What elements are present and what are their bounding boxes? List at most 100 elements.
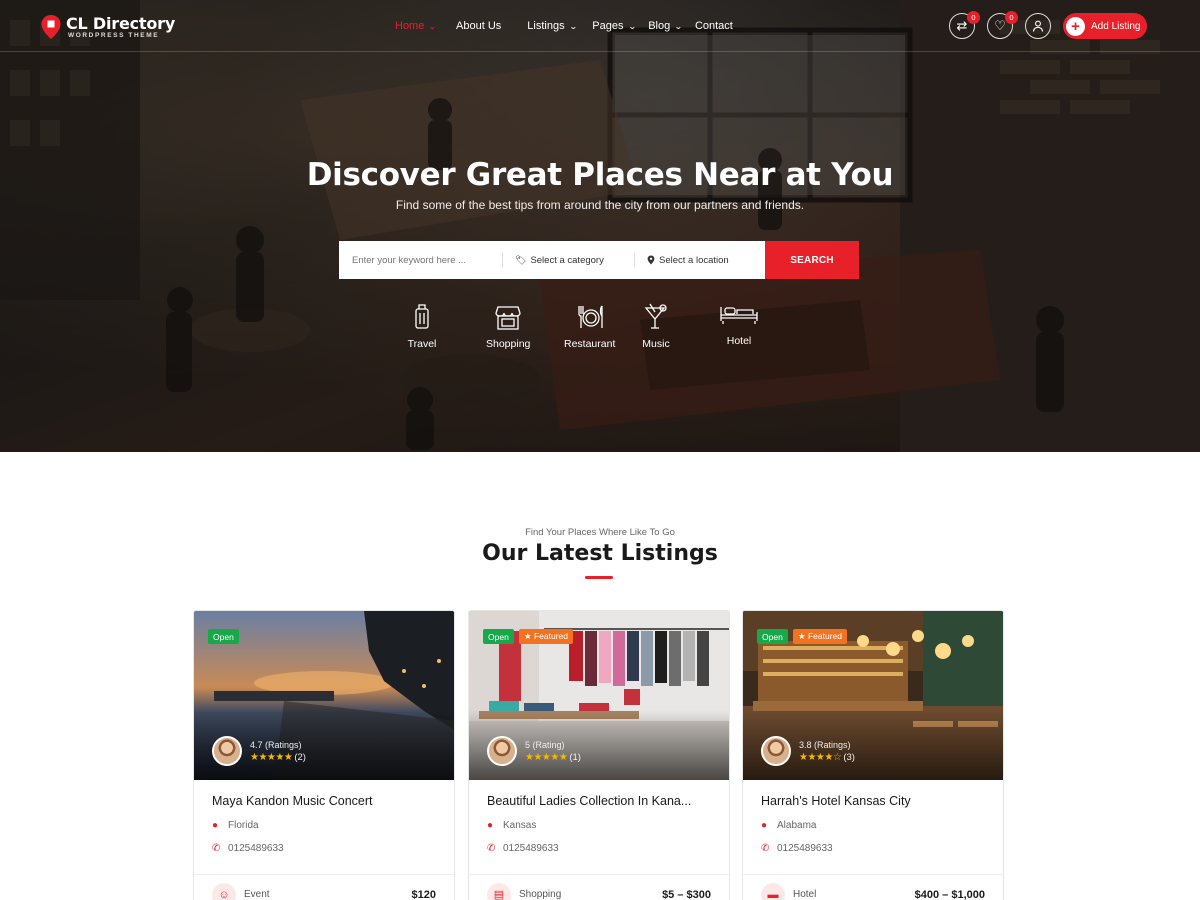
rating-count: (2) bbox=[294, 751, 306, 763]
stars: ★★★★★ bbox=[525, 751, 568, 763]
rating-count: (3) bbox=[843, 751, 855, 763]
add-listing-label: Add Listing bbox=[1091, 20, 1141, 32]
search-button[interactable]: SEARCH bbox=[765, 241, 859, 279]
listing-price: $400 – $1,000 bbox=[914, 888, 985, 900]
logo-subtitle: WORDPRESS THEME bbox=[68, 32, 160, 39]
phone-text[interactable]: 0125489633 bbox=[777, 843, 833, 854]
listing-location: ● Florida bbox=[212, 820, 436, 831]
menu-item-contact[interactable]: Contact bbox=[695, 20, 733, 32]
category-select-value: Select a category bbox=[530, 254, 604, 266]
author-avatar[interactable] bbox=[212, 736, 242, 766]
menu-label: Contact bbox=[694, 20, 733, 32]
listing-card[interactable]: Open ★ Featured 5 (Rating) ★★★★★ (1) Beau… bbox=[468, 610, 730, 900]
location-select[interactable]: Select a location bbox=[635, 241, 766, 279]
menu-label: About Us bbox=[456, 20, 502, 32]
plus-icon: + bbox=[1066, 16, 1085, 36]
location-text: Kansas bbox=[503, 820, 537, 831]
compare-button[interactable]: ⇄ 0 bbox=[949, 11, 980, 39]
cocktail-icon bbox=[644, 303, 667, 329]
section-title: Our Latest Listings bbox=[482, 541, 718, 566]
category-label: Travel bbox=[407, 338, 437, 350]
tag-icon: 🏷︎ bbox=[515, 254, 527, 265]
location-text: Alabama bbox=[777, 820, 817, 831]
store-icon: ▤ bbox=[487, 882, 511, 900]
wishlist-button[interactable]: ♡ 0 bbox=[987, 11, 1018, 39]
star-rating-icons: ★★★★★ (1) bbox=[525, 752, 581, 763]
listing-price: $5 – $300 bbox=[662, 888, 711, 900]
category-restaurant[interactable]: Restaurant bbox=[564, 302, 615, 350]
category-shopping[interactable]: Shopping bbox=[486, 302, 530, 350]
listing-title[interactable]: Beautiful Ladies Collection In Kana... bbox=[487, 794, 711, 808]
rating-label: 4.7 (Ratings) bbox=[250, 739, 302, 750]
open-badge: Open bbox=[757, 629, 788, 644]
phone-text[interactable]: 0125489633 bbox=[228, 843, 284, 854]
heart-icon: ♡ bbox=[994, 18, 1006, 33]
menu-item-blog[interactable]: Blog ⌄ bbox=[648, 20, 683, 32]
category-select[interactable]: 🏷︎ Select a category bbox=[503, 241, 634, 279]
listing-card[interactable]: Open 4.7 (Ratings) ★★★★★ (2) Maya Kandon … bbox=[193, 610, 455, 900]
menu-item-about-us[interactable]: About Us bbox=[456, 20, 501, 32]
luggage-icon bbox=[415, 304, 429, 329]
category-hotel[interactable]: Hotel bbox=[719, 299, 759, 347]
hero-section: CL Directory WORDPRESS THEME Home ⌄ About… bbox=[0, 0, 1200, 452]
category-label: Restaurant bbox=[564, 338, 616, 350]
keyword-input[interactable] bbox=[339, 241, 502, 279]
event-icon: ☺ bbox=[212, 882, 236, 900]
category-label: Music bbox=[642, 338, 670, 350]
menu-item-listings[interactable]: Listings ⌄ bbox=[527, 20, 577, 32]
listing-price: $120 bbox=[411, 888, 436, 900]
bed-icon: ▬ bbox=[761, 882, 785, 900]
featured-badge: ★ Featured bbox=[793, 629, 848, 644]
logo-title: CL Directory bbox=[66, 14, 176, 33]
phone-icon: ✆ bbox=[761, 843, 770, 854]
listing-location: ● Alabama bbox=[761, 820, 985, 831]
location-pin-icon: ● bbox=[761, 820, 768, 831]
category-travel[interactable]: Travel bbox=[407, 302, 437, 350]
category-music[interactable]: Music bbox=[641, 302, 671, 350]
listing-footer: ☺ Event $120 bbox=[194, 874, 454, 900]
location-pin-icon bbox=[647, 255, 655, 265]
section-underline bbox=[585, 576, 613, 579]
dining-icon bbox=[578, 305, 603, 328]
add-listing-button[interactable]: + Add Listing bbox=[1063, 13, 1147, 39]
chevron-down-icon: ⌄ bbox=[428, 21, 438, 31]
rating-label: 3.8 (Ratings) bbox=[799, 739, 851, 750]
author-avatar[interactable] bbox=[761, 736, 791, 766]
main-menu: Home ⌄ About Us Listings ⌄ Pages ⌄ Blog ⌄ Co… bbox=[395, 20, 733, 32]
hero-overlay bbox=[0, 0, 1200, 452]
menu-item-pages[interactable]: Pages ⌄ bbox=[592, 20, 636, 32]
top-navigation: CL Directory WORDPRESS THEME Home ⌄ About… bbox=[0, 0, 1200, 52]
bed-icon bbox=[720, 307, 758, 324]
listing-location: ● Kansas bbox=[487, 820, 711, 831]
site-logo[interactable]: CL Directory WORDPRESS THEME bbox=[40, 14, 175, 40]
menu-label: Home bbox=[395, 20, 425, 32]
listing-phone: ✆ 0125489633 bbox=[761, 843, 985, 854]
open-badge: Open bbox=[483, 629, 514, 644]
listing-image[interactable]: Open 4.7 (Ratings) ★★★★★ (2) bbox=[194, 611, 454, 780]
account-button[interactable] bbox=[1025, 13, 1051, 39]
star-rating-icons: ★★★★★ (2) bbox=[250, 752, 306, 763]
stars: ★★★★★ bbox=[250, 751, 293, 763]
listing-category[interactable]: Shopping bbox=[519, 889, 561, 900]
listing-image[interactable]: Open ★ Featured 5 (Rating) ★★★★★ (1) bbox=[469, 611, 729, 780]
chevron-down-icon: ⌄ bbox=[674, 21, 683, 31]
listing-category[interactable]: Hotel bbox=[793, 889, 816, 900]
listing-phone: ✆ 0125489633 bbox=[212, 843, 436, 854]
menu-item-home[interactable]: Home ⌄ bbox=[395, 20, 438, 32]
phone-text[interactable]: 0125489633 bbox=[503, 843, 559, 854]
map-pin-logo-icon bbox=[41, 15, 61, 39]
section-kicker: Find Your Places Where Like To Go bbox=[525, 527, 675, 538]
store-icon bbox=[495, 306, 521, 330]
listing-image[interactable]: Open ★ Featured 3.8 (Ratings) ★★★★☆ (3) bbox=[743, 611, 1003, 780]
location-text: Florida bbox=[228, 820, 259, 831]
listing-title[interactable]: Harrah's Hotel Kansas City bbox=[761, 794, 985, 808]
listing-title[interactable]: Maya Kandon Music Concert bbox=[212, 794, 436, 808]
listing-category[interactable]: Event bbox=[244, 889, 270, 900]
listing-card[interactable]: Open ★ Featured 3.8 (Ratings) ★★★★☆ (3) H… bbox=[742, 610, 1004, 900]
location-select-value: Select a location bbox=[659, 254, 729, 266]
author-avatar[interactable] bbox=[487, 736, 517, 766]
listing-rating: 5 (Rating) ★★★★★ (1) bbox=[487, 736, 581, 766]
menu-label: Blog bbox=[648, 20, 671, 32]
rating-label: 5 (Rating) bbox=[525, 739, 565, 750]
category-label: Shopping bbox=[486, 338, 531, 350]
